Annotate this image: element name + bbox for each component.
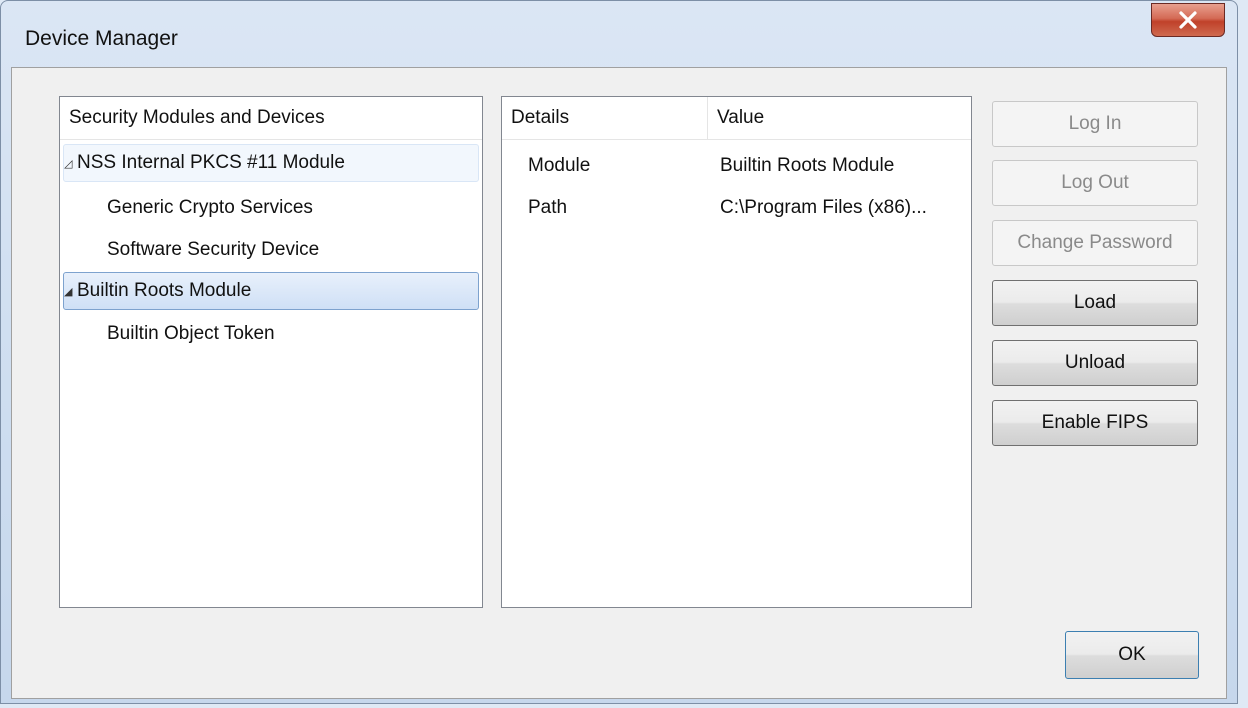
window-title: Device Manager	[25, 27, 178, 50]
expanded-arrow-icon[interactable]: ◢	[64, 285, 76, 298]
details-header: Details Value	[502, 97, 971, 140]
dialog-client-area: Security Modules and Devices ◿ NSS Inter…	[11, 67, 1227, 699]
tree-item-label: Software Security Device	[107, 239, 320, 260]
details-row-module[interactable]: Module Builtin Roots Module	[502, 147, 971, 185]
detail-name: Module	[528, 155, 591, 176]
details-column-header[interactable]: Details	[502, 97, 708, 139]
ok-button[interactable]: OK	[1065, 631, 1199, 679]
tree-item-builtin-roots[interactable]: ◢ Builtin Roots Module	[63, 272, 479, 310]
close-icon	[1179, 11, 1197, 29]
tree-item-label: Builtin Object Token	[107, 323, 275, 344]
expand-arrow-icon[interactable]: ◿	[64, 157, 76, 170]
details-list[interactable]: Details Value Module Builtin Roots Modul…	[501, 96, 972, 608]
unload-button[interactable]: Unload	[992, 340, 1198, 386]
log-in-button[interactable]: Log In	[992, 101, 1198, 147]
tree-item-label: Builtin Roots Module	[77, 280, 252, 301]
tree-item-builtin-object-token[interactable]: Builtin Object Token	[63, 315, 479, 353]
detail-value: Builtin Roots Module	[720, 155, 895, 176]
device-manager-window: Device Manager Security Modules and Devi…	[0, 0, 1238, 704]
details-row-path[interactable]: Path C:\Program Files (x86)...	[502, 189, 971, 227]
value-column-header[interactable]: Value	[708, 97, 971, 139]
load-button[interactable]: Load	[992, 280, 1198, 326]
tree-item-software-security[interactable]: Software Security Device	[63, 231, 479, 269]
enable-fips-button[interactable]: Enable FIPS	[992, 400, 1198, 446]
tree-column-header[interactable]: Security Modules and Devices	[60, 97, 482, 140]
tree-item-label: Generic Crypto Services	[107, 197, 313, 218]
tree-item-nss-internal[interactable]: ◿ NSS Internal PKCS #11 Module	[63, 144, 479, 182]
close-button[interactable]	[1151, 3, 1225, 37]
tree-header-label: Security Modules and Devices	[69, 107, 325, 128]
log-out-button[interactable]: Log Out	[992, 160, 1198, 206]
tree-item-label: NSS Internal PKCS #11 Module	[77, 152, 345, 173]
change-password-button[interactable]: Change Password	[992, 220, 1198, 266]
tree-item-generic-crypto[interactable]: Generic Crypto Services	[63, 189, 479, 227]
security-modules-tree[interactable]: Security Modules and Devices ◿ NSS Inter…	[59, 96, 483, 608]
detail-name: Path	[528, 197, 568, 218]
detail-value: C:\Program Files (x86)...	[720, 197, 927, 218]
